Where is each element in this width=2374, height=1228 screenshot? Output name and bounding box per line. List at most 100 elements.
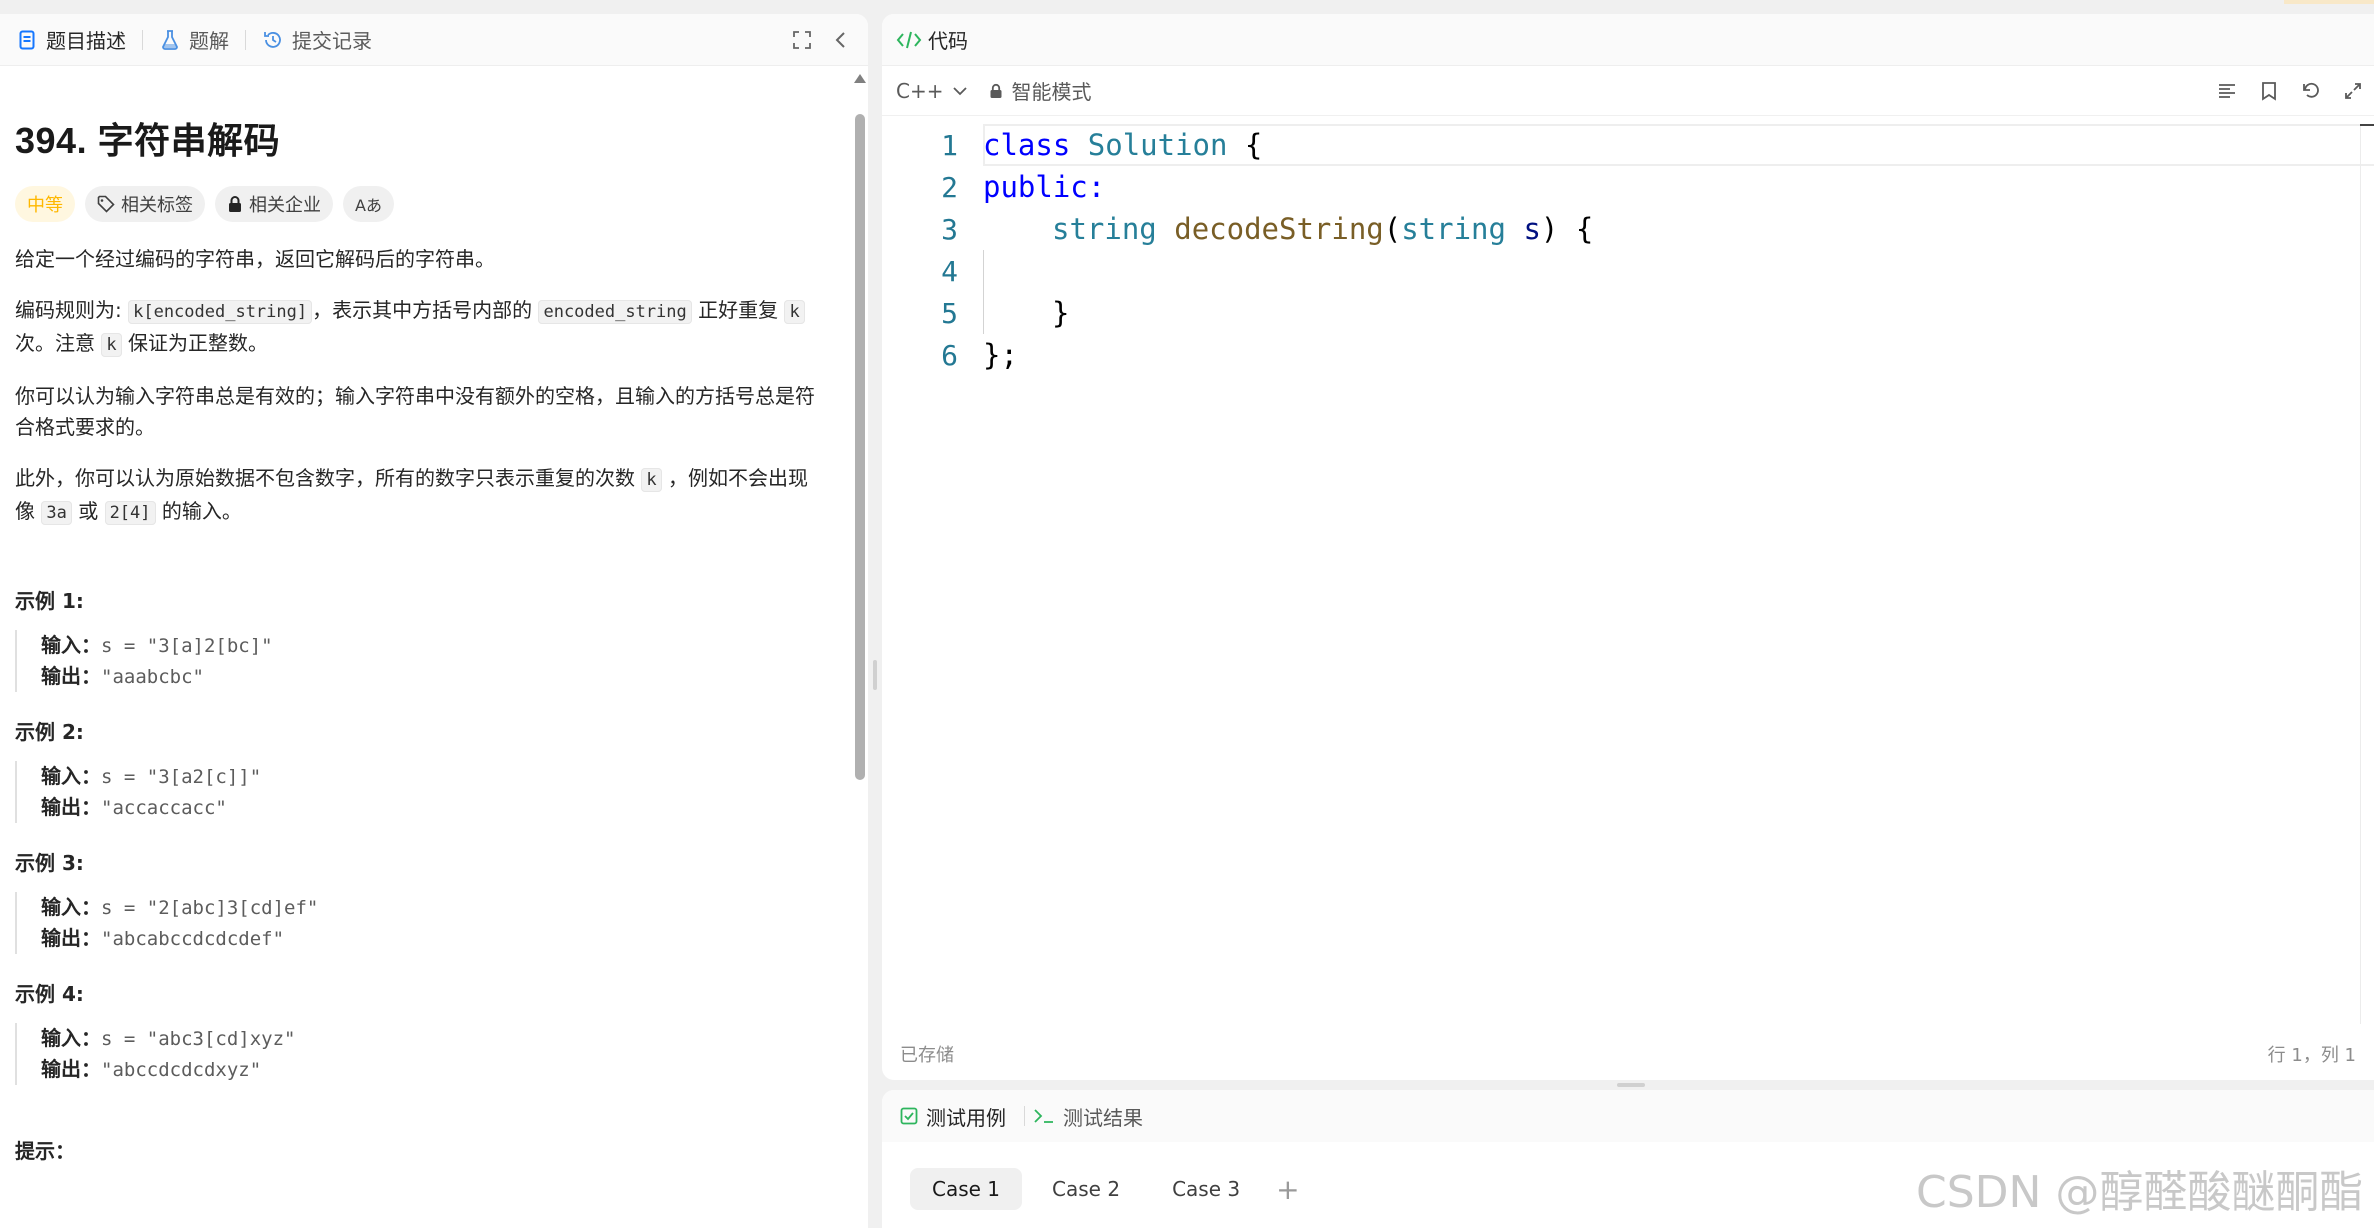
input-label: 输入： — [41, 764, 101, 788]
type-name: string — [1401, 212, 1506, 246]
scroll-position-marker — [2360, 124, 2374, 126]
input-value: s = "3[a]2[bc]" — [101, 635, 273, 657]
parameter-name: s — [1523, 212, 1541, 246]
text-span: 次。注意 — [15, 331, 102, 355]
code-text: public: — [983, 170, 1105, 204]
problem-statement: 给定一个经过编码的字符串，返回它解码后的字符串。 编码规则为: k[encode… — [15, 244, 852, 529]
format-icon[interactable] — [2206, 82, 2248, 100]
punctuation: ) { — [1540, 212, 1594, 246]
related-companies-button[interactable]: 相关企业 — [215, 186, 333, 222]
code-line: 6 }; — [882, 334, 2374, 376]
description-tabbar: 题目描述 题解 提交记录 — [0, 14, 868, 66]
code-panel-title: 代码 — [928, 29, 968, 53]
test-panel-header: 测试用例 测试结果 — [882, 1090, 2374, 1142]
output-value: "accaccacc" — [101, 797, 227, 819]
translate-icon: Aあ — [355, 196, 382, 215]
statement-paragraph-1: 给定一个经过编码的字符串，返回它解码后的字符串。 — [15, 247, 495, 271]
type-name: string — [1052, 212, 1157, 246]
statement-paragraph-2: 编码规则为: k[encoded_string] ，表示其中方括号内部的 enco… — [15, 295, 825, 361]
horizontal-resize-handle[interactable] — [1617, 1083, 1645, 1087]
code-line: 4 — [882, 250, 2374, 292]
top-strip — [882, 0, 2374, 14]
code-text: class Solution { — [983, 128, 1262, 162]
case-tab[interactable]: Case 2 — [1030, 1168, 1142, 1210]
save-status: 已存储 — [900, 1045, 954, 1066]
inline-code: 3a — [41, 501, 72, 525]
input-value: s = "abc3[cd]xyz" — [101, 1028, 296, 1050]
punctuation: : — [1087, 170, 1106, 204]
example-output: 输出："abccdcdcdxyz" — [41, 1054, 852, 1085]
hint-heading: 提示： — [15, 1139, 75, 1163]
description-scrollbar[interactable] — [852, 74, 868, 1228]
chevron-down-icon — [953, 86, 968, 96]
case-tab[interactable]: Case 1 — [910, 1168, 1023, 1210]
code-editor[interactable]: 1 class Solution { 2 public: 3 string de… — [882, 124, 2374, 1024]
example-heading: 示例 4: — [15, 982, 84, 1006]
input-value: s = "3[a2[c]]" — [101, 766, 262, 788]
tab-test-result-label: 测试结果 — [1063, 1105, 1143, 1130]
tab-solutions[interactable]: 题解 — [153, 14, 235, 66]
add-case-button[interactable]: + — [1276, 1173, 1299, 1206]
tab-solutions-label: 题解 — [189, 29, 229, 53]
statement-paragraph-3: 你可以认为输入字符串总是有效的；输入字符串中没有额外的空格，且输入的方括号总是符… — [15, 384, 815, 439]
example-box: 输入：s = "3[a2[c]]" 输出："accaccacc" — [15, 761, 852, 823]
tab-divider — [142, 29, 143, 50]
smart-mode-toggle[interactable]: 智能模式 — [989, 76, 1091, 105]
example-input: 输入：s = "2[abc]3[cd]ef" — [41, 892, 852, 923]
statement-paragraph-4: 此外，你可以认为原始数据不包含数字，所有的数字只表示重复的次数 k ，例如不会出… — [15, 463, 825, 529]
example-heading: 示例 2: — [15, 720, 84, 744]
line-number: 2 — [941, 170, 958, 204]
text-span: 保证为正整数。 — [121, 331, 268, 355]
inline-code: encoded_string — [538, 300, 692, 324]
code-line: 3 string decodeString(string s) { — [882, 208, 2374, 250]
code-icon — [896, 30, 922, 50]
tab-testcase[interactable]: 测试用例 — [900, 1102, 1006, 1131]
line-number: 4 — [941, 254, 958, 288]
tab-divider — [1024, 1106, 1025, 1126]
flask-icon — [159, 29, 181, 51]
text-span: 正好重复 — [691, 298, 785, 322]
problem-tags: 中等 相关标签 相关企业 Aあ — [15, 186, 852, 222]
tab-test-result[interactable]: 测试结果 — [1033, 1102, 1143, 1131]
input-label: 输入： — [41, 895, 101, 919]
cursor-position: 行 1，列 1 — [2267, 1045, 2356, 1066]
scrollbar-thumb[interactable] — [855, 114, 865, 780]
reset-icon[interactable] — [2290, 81, 2332, 101]
description-content: 394. 字符串解码 中等 相关标签 相关企业 Aあ 给定一个经过编码的字符串，… — [0, 66, 852, 1228]
text-span: 或 — [71, 499, 105, 523]
inline-code: k — [101, 333, 122, 357]
translate-button[interactable]: Aあ — [343, 186, 394, 222]
code-text: } — [1052, 296, 1070, 330]
case-tab[interactable]: Case 3 — [1150, 1168, 1262, 1210]
related-tags-button[interactable]: 相关标签 — [85, 186, 205, 222]
tab-submissions[interactable]: 提交记录 — [256, 14, 378, 66]
line-number: 6 — [941, 338, 958, 372]
code-line: 5 } — [882, 292, 2374, 334]
punctuation: { — [1227, 128, 1263, 162]
example-box: 输入：s = "abc3[cd]xyz" 输出："abccdcdcdxyz" — [15, 1023, 852, 1085]
difficulty-badge[interactable]: 中等 — [15, 186, 75, 222]
case-tabs: Case 1 Case 2 Case 3 + — [910, 1168, 1300, 1210]
checkbox-icon — [900, 1107, 918, 1125]
expand-icon[interactable] — [2332, 82, 2374, 100]
bookmark-icon[interactable] — [2248, 81, 2290, 101]
related-companies-label: 相关企业 — [249, 195, 321, 216]
language-select[interactable]: C++ — [896, 79, 968, 103]
panel-resize-grip[interactable] — [873, 660, 877, 690]
lock-icon — [989, 83, 1003, 99]
output-label: 输出： — [41, 795, 101, 819]
editor-scrollbar[interactable] — [2360, 124, 2374, 1024]
fullscreen-icon[interactable] — [792, 14, 812, 66]
scroll-up-arrow-icon[interactable] — [854, 74, 866, 83]
tab-description[interactable]: 题目描述 — [10, 14, 132, 66]
document-icon — [16, 29, 38, 51]
example-heading: 示例 3: — [15, 851, 84, 875]
line-number: 3 — [941, 212, 958, 246]
line-number: 5 — [941, 296, 958, 330]
example-output: 输出："abcabccdcdcdef" — [41, 923, 852, 954]
example-input: 输入：s = "3[a]2[bc]" — [41, 630, 852, 661]
collapse-left-icon[interactable] — [834, 14, 848, 66]
inline-code: k — [641, 468, 662, 492]
code-text: }; — [983, 338, 1018, 372]
text-span: 编码规则为: — [15, 298, 129, 322]
